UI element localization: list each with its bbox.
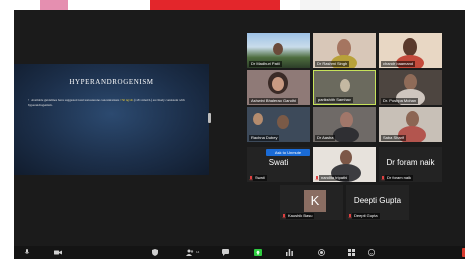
participant-name: Rachna Dubey xyxy=(249,135,280,141)
participant-name: Dr. Pushpa Mohan xyxy=(381,98,419,104)
participant-face xyxy=(272,77,284,91)
security-button[interactable] xyxy=(152,249,158,256)
participant-display-name: Swati xyxy=(268,158,289,167)
breakout-rooms-button[interactable] xyxy=(348,249,355,256)
camera-icon xyxy=(54,250,62,255)
participant-body xyxy=(333,127,359,142)
participant-tile[interactable]: Dr Rashmi Singh xyxy=(313,33,376,68)
participant-tile[interactable]: Ashwini Bhalerao Gandhi xyxy=(247,70,310,105)
shield-icon xyxy=(152,249,158,256)
participant-avatar: K xyxy=(304,190,326,212)
participant-name: Deepti Gupta xyxy=(352,213,380,219)
participant-photo xyxy=(253,113,263,125)
participant-tile[interactable]: parikshith Samhav xyxy=(313,70,376,105)
left-edge xyxy=(0,10,14,259)
slide-text-before: Available guidelines have suggested tota… xyxy=(31,98,121,102)
participant-name: Kaushik Basu xyxy=(286,213,315,219)
participant-tile[interactable]: Deepti Gupta Deepti Gupta xyxy=(346,185,409,220)
participants-count: 14 xyxy=(196,250,200,254)
participant-name: parikshith Samhav xyxy=(316,97,353,103)
slide-body: • Available guidelines have suggested tot… xyxy=(28,98,196,108)
participant-name: chandr baamand xyxy=(381,61,416,67)
share-screen-icon xyxy=(254,249,262,256)
participant-name: Dr Aasha xyxy=(315,135,336,141)
participant-photo xyxy=(403,38,417,56)
slide-text-highlight: >50 ng/dL xyxy=(120,98,134,102)
shared-slide: HYPERANDROGENISM • Available guidelines h… xyxy=(14,64,209,175)
microphone-icon xyxy=(24,249,30,254)
participant-name: Swati xyxy=(253,175,267,181)
participant-tile[interactable]: Dr foram naik Dr foram naik xyxy=(379,147,442,182)
participant-photo xyxy=(340,79,350,92)
participant-photo xyxy=(273,43,283,55)
thumbnail-pink[interactable] xyxy=(40,0,68,10)
video-button[interactable] xyxy=(54,249,62,256)
participant-name: Dr Rashmi Singh xyxy=(315,61,350,67)
participant-name: Saba Sharif xyxy=(381,135,406,141)
participant-display-name: Deepti Gupta xyxy=(353,196,402,205)
participant-tile[interactable]: Rachna Dubey xyxy=(247,107,310,142)
avatar-letter: K xyxy=(310,193,320,208)
meeting-toolbar: 14 xyxy=(14,246,465,259)
participants-button[interactable]: 14 xyxy=(186,249,199,256)
thumbnail-red[interactable] xyxy=(150,0,280,10)
participant-name: Ashwini Bhalerao Gandhi xyxy=(249,98,298,104)
slide-bullet: • xyxy=(28,98,30,102)
bar-chart-icon xyxy=(286,249,293,256)
mute-button[interactable] xyxy=(24,249,30,256)
participant-name: Dr Madhuri Patil xyxy=(249,61,282,67)
chat-button[interactable] xyxy=(222,249,229,256)
participant-photo xyxy=(406,111,419,127)
participant-tile[interactable]: Dr Aasha xyxy=(313,107,376,142)
record-button[interactable] xyxy=(318,249,325,256)
participant-photo xyxy=(340,112,353,128)
participant-photo xyxy=(340,150,352,165)
participant-tile[interactable]: Saba Sharif xyxy=(379,107,442,142)
split-view-handle[interactable] xyxy=(208,113,211,123)
participant-name: Dr foram naik xyxy=(385,175,414,181)
participant-photo-2 xyxy=(277,115,289,129)
record-icon xyxy=(318,249,325,256)
participant-photo xyxy=(404,74,417,90)
participant-name: nandita tripathi xyxy=(319,175,350,181)
chat-bubble-icon xyxy=(222,249,229,256)
smiley-icon xyxy=(368,249,375,256)
participant-tile[interactable]: Dr. Pushpa Mohan xyxy=(379,70,442,105)
ask-to-unmute-button[interactable]: Ask to Unmute xyxy=(266,149,310,156)
grid-icon xyxy=(348,249,355,256)
slide-title: HYPERANDROGENISM xyxy=(69,78,154,86)
people-icon xyxy=(186,249,194,256)
polls-button[interactable] xyxy=(286,249,293,256)
participant-tile[interactable]: chandr baamand xyxy=(379,33,442,68)
reactions-button[interactable] xyxy=(368,249,375,256)
participant-display-name: Dr foram naik xyxy=(386,158,435,167)
participant-tile[interactable]: nandita tripathi xyxy=(313,147,376,182)
top-thumbnail-strip xyxy=(0,0,465,10)
share-screen-button[interactable] xyxy=(254,249,262,256)
thumbnail-white[interactable] xyxy=(300,0,340,10)
participant-tile[interactable]: Dr Madhuri Patil xyxy=(247,33,310,68)
